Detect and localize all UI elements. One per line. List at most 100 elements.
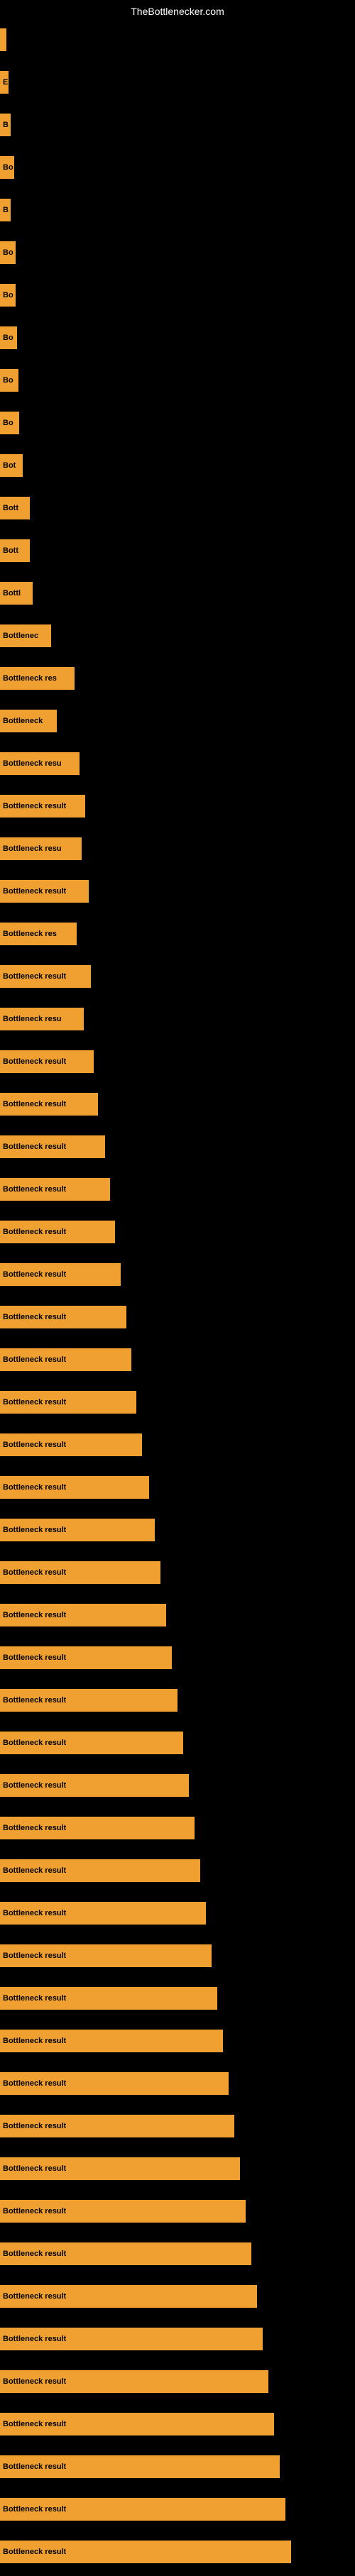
bar: Bottleneck result <box>0 1902 206 1925</box>
bar: Bottlenec <box>0 624 51 647</box>
bar: Bottleneck result <box>0 1306 126 1328</box>
bar-row: Bottleneck result <box>0 1767 355 1804</box>
bar-row: Bottleneck result <box>0 1299 355 1336</box>
bar-label: Bottleneck resu <box>0 1015 62 1023</box>
bar-row <box>0 21 355 58</box>
bar-label: Bottleneck result <box>0 2505 66 2514</box>
bar: Bottleneck resu <box>0 837 82 860</box>
bar-label: Bottleneck result <box>0 2164 66 2173</box>
bar-label: Bottleneck result <box>0 1866 66 1875</box>
bar-row: Bottleneck result <box>0 1128 355 1165</box>
bar-row: Bottleneck result <box>0 1426 355 1463</box>
bar-row: Bo <box>0 277 355 314</box>
bar-label: Bottleneck result <box>0 1398 66 1407</box>
bar-row: Bottleneck res <box>0 915 355 952</box>
bar: Bottleneck result <box>0 1774 189 1797</box>
bar: Bottleneck result <box>0 2498 285 2521</box>
bar-label: Bottleneck result <box>0 1270 66 1279</box>
bar-row: Bottleneck result <box>0 1341 355 1378</box>
bar-label: Bottleneck result <box>0 1952 66 1960</box>
bar: Bo <box>0 284 16 307</box>
bar-label: Bottleneck result <box>0 2037 66 2045</box>
bar-row: Bottleneck result <box>0 2448 355 2485</box>
bar: E <box>0 71 9 94</box>
bar: Bottleneck result <box>0 1561 160 1584</box>
bar-row: Bottleneck result <box>0 788 355 825</box>
bar: Bottleneck result <box>0 2242 251 2265</box>
bar-row: Bo <box>0 234 355 271</box>
bar: Bottleneck result <box>0 1093 98 1116</box>
bar: Bottleneck result <box>0 1391 136 1414</box>
bar-label: Bottleneck result <box>0 2250 66 2258</box>
bar-label: Bottleneck resu <box>0 759 62 768</box>
bar-row: Bottleneck result <box>0 2022 355 2059</box>
bar-label: Bottleneck result <box>0 1526 66 1534</box>
bar-label: Bo <box>0 419 13 427</box>
bar-row: Bottleneck result <box>0 1043 355 1080</box>
bar-row: Bottleneck result <box>0 1724 355 1761</box>
bar-label: Bottlenec <box>0 632 38 640</box>
bar-label: Bottl <box>0 589 21 598</box>
bar-label: Bottleneck res <box>0 674 57 683</box>
bar-row: Bottleneck result <box>0 1682 355 1719</box>
bar-row: Bottleneck result <box>0 1980 355 2017</box>
bar-row: Bottleneck result <box>0 1213 355 1250</box>
bar-row: Bottleneck result <box>0 2193 355 2230</box>
bar-row: Bottleneck result <box>0 2065 355 2102</box>
bar-label: Bottleneck result <box>0 2292 66 2301</box>
bar-row: Bottleneck result <box>0 2321 355 2357</box>
bar-label: Bottleneck result <box>0 1696 66 1705</box>
bar-label: Bo <box>0 334 13 342</box>
bar: Bot <box>0 454 23 477</box>
bar: Bottleneck result <box>0 1646 172 1669</box>
bar-row: Bottleneck result <box>0 958 355 995</box>
bar-label: Bottleneck res <box>0 930 57 938</box>
bar-row: Bottleneck result <box>0 2406 355 2443</box>
bar: Bottleneck result <box>0 1178 110 1201</box>
bar-row: Bottleneck result <box>0 1384 355 1421</box>
bar: Bottleneck res <box>0 667 75 690</box>
bar-label: Bottleneck result <box>0 2122 66 2130</box>
bar-row: Bott <box>0 532 355 569</box>
bar: Bottleneck result <box>0 1987 217 2010</box>
bar-label: Bottleneck result <box>0 802 66 810</box>
bar-row: Bottleneck res <box>0 660 355 697</box>
bar-row: Bottlenec <box>0 617 355 654</box>
bar-label: Bottleneck result <box>0 1057 66 1066</box>
bar-label: Bottleneck result <box>0 972 66 981</box>
bar-label: Bo <box>0 291 13 299</box>
bar-row: Bottleneck result <box>0 1810 355 1846</box>
bar: Bottleneck result <box>0 1689 178 1712</box>
bar-label: Bottleneck result <box>0 887 66 896</box>
bar-label: Bottleneck result <box>0 2207 66 2216</box>
bar: Bottleneck result <box>0 2115 234 2137</box>
bar: Bottleneck result <box>0 1817 195 1839</box>
bar-label: E <box>0 78 8 87</box>
bar-label: Bo <box>0 376 13 385</box>
bar-row: Bo <box>0 404 355 441</box>
bar-row: Bottleneck resu <box>0 830 355 867</box>
bar-row: Bot <box>0 447 355 484</box>
bar-row: Bottleneck result <box>0 1086 355 1123</box>
bar: Bottl <box>0 582 33 605</box>
bar-row: Bottleneck result <box>0 1597 355 1634</box>
bar-row: Bottleneck result <box>0 873 355 910</box>
bar-label: Bottleneck result <box>0 1824 66 1832</box>
bar-label: Bottleneck result <box>0 1483 66 1492</box>
bar-label: Bottleneck result <box>0 1228 66 1236</box>
bar-row: Bottleneck result <box>0 2108 355 2145</box>
bar: Bottleneck result <box>0 2072 229 2095</box>
bar-row: Bottleneck resu <box>0 1001 355 1037</box>
bar: Bottleneck result <box>0 1859 200 1882</box>
bar-row: B <box>0 106 355 143</box>
bar-label: Bott <box>0 504 18 512</box>
bar-row: Bottleneck result <box>0 1639 355 1676</box>
bar-row: Bottleneck result <box>0 2235 355 2272</box>
bar: Bott <box>0 497 30 519</box>
bar: Bottleneck result <box>0 2328 263 2350</box>
bar: Bo <box>0 326 17 349</box>
bar: Bottleneck result <box>0 965 91 988</box>
bars-container: EBBoBBoBoBoBoBoBotBottBottBottlBottlenec… <box>0 21 355 2576</box>
bar: Bo <box>0 369 18 392</box>
bar-label: Bo <box>0 248 13 257</box>
